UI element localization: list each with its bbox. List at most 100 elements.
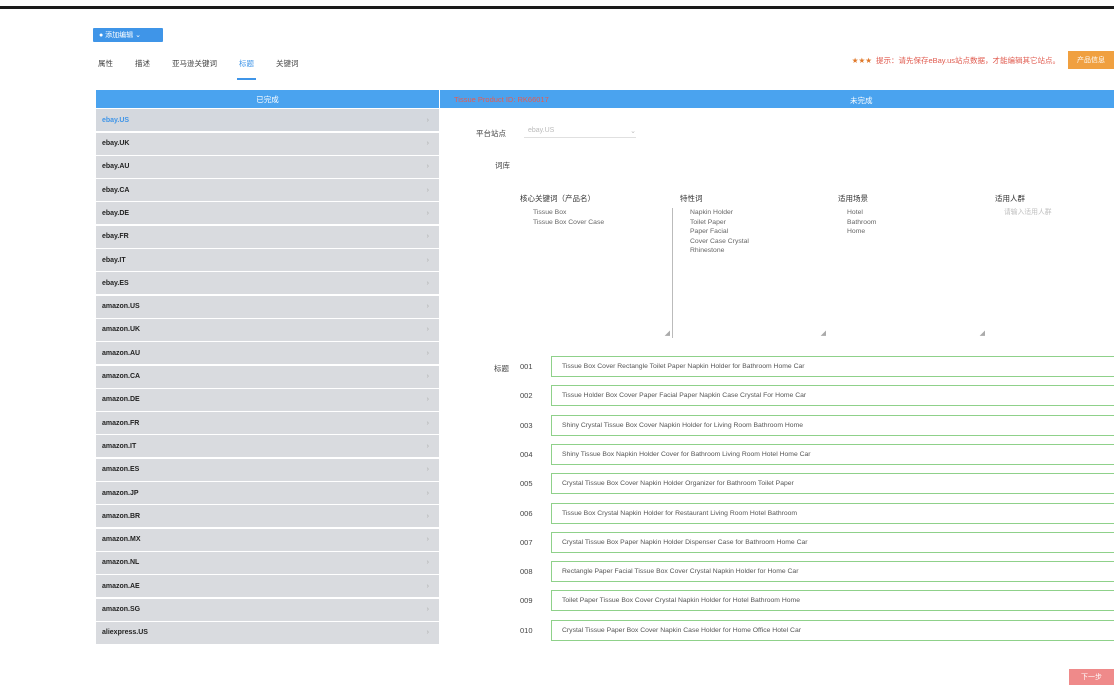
site-item[interactable]: ebay.UK › (96, 132, 439, 155)
scenario-item: Bathroom (847, 218, 877, 226)
title-row: 006 Tissue Box Crystal Napkin Holder for … (520, 502, 1114, 524)
title-row: 005 Crystal Tissue Box Cover Napkin Holde… (520, 473, 1114, 495)
hint-message: ★★★ 提示：请先保存eBay.us站点数据，才能编辑其它站点。 (852, 55, 1060, 66)
tab-description[interactable]: 描述 (135, 58, 150, 74)
scenario-item: Hotel (847, 209, 863, 216)
incomplete-header: 未完成 (850, 96, 873, 105)
title-number: 007 (520, 537, 533, 547)
site-select[interactable]: ebay.US ⌄ (524, 124, 636, 138)
tab-amazon-keywords[interactable]: 亚马逊关键词 (172, 58, 217, 74)
site-item-label: aliexpress.US (102, 629, 148, 637)
feature-words-title: 特性词 (680, 194, 703, 203)
site-item[interactable]: ebay.AU › (96, 155, 439, 178)
title-input[interactable]: Shiny Tissue Box Napkin Holder Cover for… (551, 443, 1114, 465)
site-item-label: ebay.FR (102, 233, 129, 241)
site-item[interactable]: ebay.FR › (96, 225, 439, 248)
chevron-right-icon: › (426, 116, 429, 124)
site-item-label: amazon.AU (102, 349, 141, 357)
site-item[interactable]: amazon.CA › (96, 365, 439, 388)
site-item-label: amazon.US (102, 303, 140, 311)
site-item[interactable]: aliexpress.US › (96, 621, 439, 644)
chevron-right-icon: › (426, 233, 429, 241)
resize-handle-icon[interactable]: ◢ (980, 329, 985, 339)
feature-item: Cover Case Crystal (690, 237, 749, 245)
title-row: 010 Crystal Tissue Paper Box Cover Napkin… (520, 619, 1114, 641)
title-input[interactable]: Rectangle Paper Facial Tissue Box Cover … (551, 561, 1114, 583)
title-input[interactable]: Tissue Box Crystal Napkin Holder for Res… (551, 502, 1114, 524)
site-item[interactable]: amazon.DE › (96, 388, 439, 411)
audience-box[interactable]: 请输入适用人群 (1004, 208, 1112, 338)
title-number: 005 (520, 479, 533, 489)
site-item[interactable]: amazon.AE › (96, 575, 439, 598)
title-input[interactable]: Tissue Box Cover Rectangle Toilet Paper … (551, 356, 1114, 377)
site-item-label: ebay.UK (102, 140, 130, 148)
site-item[interactable]: amazon.FR › (96, 412, 439, 435)
chevron-right-icon: › (426, 466, 429, 474)
feature-item: Paper Facial (690, 228, 729, 235)
site-item[interactable]: amazon.AU › (96, 342, 439, 365)
site-item[interactable]: amazon.SG › (96, 598, 439, 621)
chevron-right-icon: › (426, 512, 429, 520)
keyword-item: Tissue Box (533, 209, 567, 216)
site-item-label: ebay.US (102, 116, 130, 124)
chevron-right-icon: › (426, 140, 429, 148)
site-item[interactable]: ebay.CA › (96, 179, 439, 202)
site-item[interactable]: ebay.DE › (96, 202, 439, 225)
chevron-right-icon: › (426, 582, 429, 590)
site-item[interactable]: amazon.US › (96, 295, 439, 318)
core-keywords-box[interactable]: Tissue Box Tissue Box Cover Case ◢ (533, 208, 673, 338)
title-number: 004 (520, 449, 533, 459)
chevron-right-icon: › (426, 279, 429, 287)
title-input[interactable]: Tissue Holder Box Cover Paper Facial Pap… (551, 385, 1114, 407)
product-info-button[interactable]: 产品信息 (1068, 51, 1114, 69)
add-edit-dropdown[interactable]: ● 添加编辑 ⌄ (93, 28, 163, 42)
site-item-label: amazon.UK (102, 326, 141, 334)
resize-handle-icon[interactable]: ◢ (665, 329, 670, 339)
next-button[interactable]: 下一步 (1069, 669, 1114, 685)
chevron-right-icon: › (426, 442, 429, 450)
resize-handle-icon[interactable]: ◢ (821, 329, 826, 339)
site-item[interactable]: amazon.ES › (96, 458, 439, 481)
tab-keywords[interactable]: 关键词 (276, 58, 299, 74)
site-list: ebay.US › ebay.UK › ebay.AU › ebay.CA › ebay.DE ›… (96, 109, 439, 644)
chevron-right-icon: › (426, 536, 429, 544)
completed-header: 已完成 (96, 90, 439, 108)
site-item[interactable]: amazon.NL › (96, 551, 439, 574)
tab-title[interactable]: 标题 (237, 58, 256, 80)
chevron-right-icon: › (426, 256, 429, 264)
site-select-value: ebay.US (528, 127, 555, 134)
chevron-down-icon: ⌄ (630, 127, 636, 135)
site-item[interactable]: amazon.UK › (96, 318, 439, 341)
title-input[interactable]: Crystal Tissue Paper Box Cover Napkin Ca… (551, 619, 1114, 641)
tab-bar: 属性 描述 亚马逊关键词 标题 关键词 (98, 58, 321, 80)
title-input[interactable]: Toilet Paper Tissue Box Cover Crystal Na… (551, 590, 1114, 612)
audience-input[interactable]: 请输入适用人群 (1004, 208, 1112, 218)
hint-text: 提示：请先保存eBay.us站点数据，才能编辑其它站点。 (875, 56, 1060, 65)
site-item[interactable]: amazon.IT › (96, 435, 439, 458)
site-item[interactable]: ebay.ES › (96, 272, 439, 295)
tab-attributes[interactable]: 属性 (98, 58, 113, 74)
title-input[interactable]: Shiny Crystal Tissue Box Cover Napkin Ho… (551, 414, 1114, 436)
feature-item: Toilet Paper (690, 218, 726, 226)
site-item[interactable]: ebay.IT › (96, 249, 439, 272)
site-item-label: amazon.DE (102, 396, 140, 404)
site-item[interactable]: ebay.US › (96, 109, 439, 132)
site-item-label: ebay.IT (102, 256, 126, 264)
site-item[interactable]: amazon.BR › (96, 505, 439, 528)
site-item-label: amazon.FR (102, 419, 140, 427)
product-id: Tissue Product ID: RK66017 (454, 95, 549, 104)
site-label: 平台站点 (476, 129, 506, 138)
title-row: 002 Tissue Holder Box Cover Paper Facial … (520, 385, 1114, 407)
title-number: 009 (520, 596, 533, 606)
site-item-label: ebay.ES (102, 279, 129, 287)
site-item[interactable]: amazon.MX › (96, 528, 439, 551)
chevron-right-icon: › (426, 489, 429, 497)
title-input[interactable]: Crystal Tissue Box Cover Napkin Holder O… (551, 473, 1114, 495)
title-input[interactable]: Crystal Tissue Box Paper Napkin Holder D… (551, 531, 1114, 553)
chevron-right-icon: › (426, 326, 429, 334)
site-item[interactable]: amazon.JP › (96, 482, 439, 505)
scenario-box[interactable]: Hotel Bathroom Home ◢ (847, 208, 987, 338)
title-number: 003 (520, 420, 533, 430)
feature-words-box[interactable]: Napkin Holder Toilet Paper Paper Facial … (690, 208, 828, 338)
chevron-right-icon: › (426, 209, 429, 217)
